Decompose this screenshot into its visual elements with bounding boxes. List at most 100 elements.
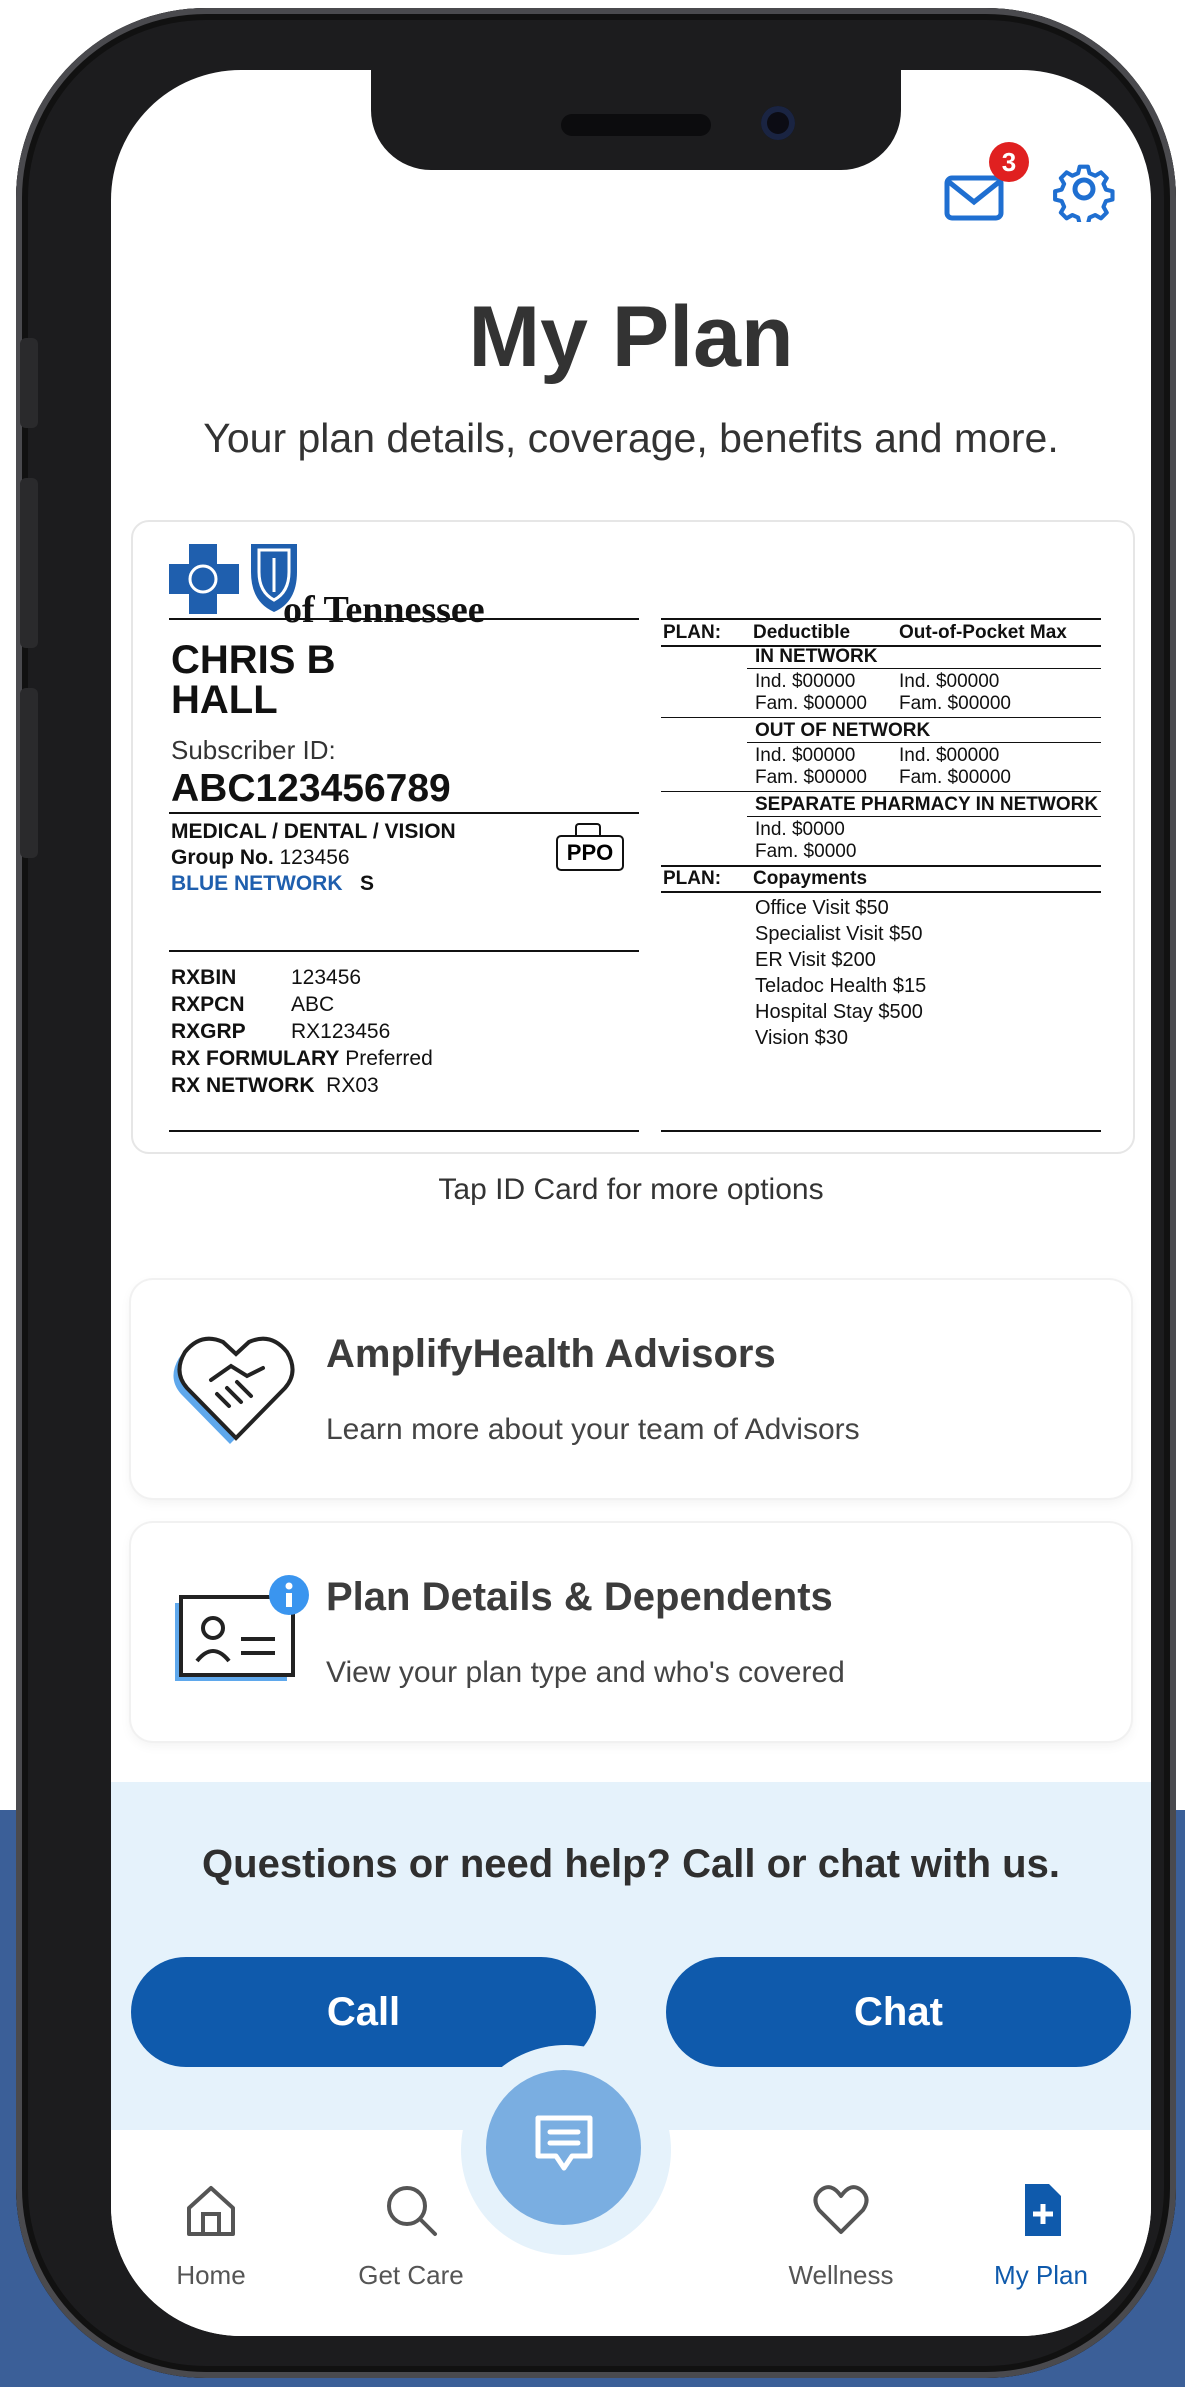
subscriber-id: ABC123456789	[171, 767, 451, 810]
nav-label: Get Care	[358, 2260, 464, 2290]
phone-side-button	[20, 338, 38, 428]
in-ind-oop: Ind. $00000	[899, 671, 1000, 692]
rx-row: RXPCN ABC	[171, 991, 433, 1018]
tile-title: Plan Details & Dependents	[326, 1575, 833, 1619]
front-camera	[761, 106, 795, 140]
handshake-heart-icon	[173, 1336, 295, 1444]
tile-plan-details-dependents[interactable]: Plan Details & Dependents View your plan…	[131, 1523, 1131, 1741]
out-network-label: OUT OF NETWORK	[755, 720, 931, 741]
subscriber-id-label: Subscriber ID:	[171, 735, 336, 765]
tile-amplifyhealth-advisors[interactable]: AmplifyHealth Advisors Learn more about …	[131, 1280, 1131, 1498]
rx-row: RXGRP RX123456	[171, 1018, 433, 1045]
oop-header: Out-of-Pocket Max	[899, 622, 1067, 643]
heart-icon	[813, 2185, 869, 2234]
pharmacy-fam: Fam. $0000	[755, 841, 857, 862]
copay-item: Vision $30	[755, 1027, 849, 1049]
network-code: S	[360, 872, 375, 895]
card-divider	[747, 816, 1101, 817]
card-divider	[169, 812, 639, 814]
group-number-row: Group No. 123456	[171, 846, 350, 870]
nav-label: My Plan	[994, 2260, 1088, 2290]
ppo-badge: PPO	[556, 835, 624, 871]
card-divider	[169, 950, 639, 952]
search-icon	[387, 2186, 437, 2236]
pharmacy-label: SEPARATE PHARMACY IN NETWORK	[755, 794, 1099, 815]
deductible-header: Deductible	[753, 622, 851, 643]
rx-info: RXBIN 123456 RXPCN ABC RXGRP RX123456 RX FO…	[171, 964, 433, 1099]
rx-value: 123456	[291, 966, 362, 989]
copay-list: Office Visit $50 Specialist Visit $50 ER…	[755, 895, 926, 1051]
member-name: CHRIS B HALL	[171, 640, 335, 720]
out-ind-deductible: Ind. $00000	[755, 745, 856, 766]
notification-badge: 3	[989, 142, 1029, 182]
card-divider	[661, 717, 1101, 718]
card-divider	[661, 618, 1101, 620]
copay-item: Office Visit $50	[755, 897, 889, 919]
out-ind-oop: Ind. $00000	[899, 745, 1000, 766]
card-divider	[661, 865, 1101, 867]
nav-item-my-plan[interactable]: My Plan	[941, 2130, 1141, 2336]
document-plus-icon	[1025, 2184, 1061, 2236]
in-fam-deductible: Fam. $00000	[755, 693, 867, 714]
group-label: Group No.	[171, 846, 274, 869]
network-name: BLUE NETWORK	[171, 872, 343, 895]
rx-row: RXBIN 123456	[171, 964, 433, 991]
pharmacy-ind: Ind. $0000	[755, 819, 845, 840]
in-fam-oop: Fam. $00000	[899, 693, 1011, 714]
rx-value: RX03	[326, 1074, 379, 1097]
call-button[interactable]: Call	[131, 1957, 596, 2067]
card-divider	[661, 645, 1101, 647]
rx-row: RX NETWORK RX03	[171, 1072, 433, 1099]
card-divider	[661, 791, 1101, 792]
copay-item: Specialist Visit $50	[755, 923, 923, 945]
rx-value: RX123456	[291, 1020, 391, 1043]
rx-label: RX FORMULARY	[171, 1047, 340, 1070]
page-subtitle: Your plan details, coverage, benefits an…	[203, 415, 1059, 461]
out-fam-deductible: Fam. $00000	[755, 767, 867, 788]
phone-frame: 3 My Plan Your plan details, coverage, b…	[16, 8, 1176, 2378]
rx-row: RX FORMULARY Preferred	[171, 1045, 433, 1072]
member-name-first: CHRIS B	[171, 638, 336, 682]
id-card-hint: Tap ID Card for more options	[438, 1173, 824, 1206]
tile-description: View your plan type and who's covered	[326, 1656, 845, 1689]
tile-title: AmplifyHealth Advisors	[326, 1332, 776, 1376]
in-ind-deductible: Ind. $00000	[755, 671, 856, 692]
member-id-card[interactable]: of Tennessee CHRIS B HALL Subscriber ID:…	[131, 520, 1135, 1154]
card-divider	[747, 742, 1101, 743]
group-number: 123456	[279, 846, 350, 869]
in-network-label: IN NETWORK	[755, 646, 878, 667]
copay-item: Hospital Stay $500	[755, 1001, 923, 1023]
rx-label: RXBIN	[171, 966, 237, 989]
rx-label: RXGRP	[171, 1020, 246, 1043]
chat-bubble-icon	[535, 2115, 593, 2171]
coverage-types: MEDICAL / DENTAL / VISION	[171, 820, 456, 843]
card-divider	[169, 1130, 639, 1132]
id-card-info-icon	[175, 1575, 309, 1681]
card-divider	[661, 1130, 1101, 1132]
gear-icon[interactable]	[1051, 156, 1117, 222]
network-row: BLUE NETWORK S	[171, 872, 374, 896]
phone-notch	[371, 70, 901, 170]
chat-fab-button[interactable]	[486, 2070, 641, 2225]
rx-label: RX NETWORK	[171, 1074, 315, 1097]
nav-item-wellness[interactable]: Wellness	[741, 2130, 941, 2336]
insurer-logo-text: of Tennessee	[283, 589, 485, 631]
copay-item: Teladoc Health $15	[755, 975, 927, 997]
chat-button[interactable]: Chat	[666, 1957, 1131, 2067]
member-name-last: HALL	[171, 678, 278, 722]
nav-item-home[interactable]: Home	[111, 2130, 311, 2336]
rx-label: RXPCN	[171, 993, 245, 1016]
tile-description: Learn more about your team of Advisors	[326, 1413, 860, 1446]
card-divider	[747, 668, 1101, 669]
home-icon	[187, 2186, 235, 2236]
plan-label: PLAN:	[663, 622, 722, 643]
nav-label: Wellness	[788, 2260, 894, 2290]
card-divider	[169, 618, 639, 620]
out-fam-oop: Fam. $00000	[899, 767, 1011, 788]
copay-plan-label: PLAN:	[663, 868, 722, 889]
rx-value: ABC	[291, 993, 335, 1016]
speaker-grille	[561, 114, 711, 136]
phone-side-button	[20, 478, 38, 648]
phone-side-button	[20, 688, 38, 858]
card-divider	[661, 891, 1101, 893]
